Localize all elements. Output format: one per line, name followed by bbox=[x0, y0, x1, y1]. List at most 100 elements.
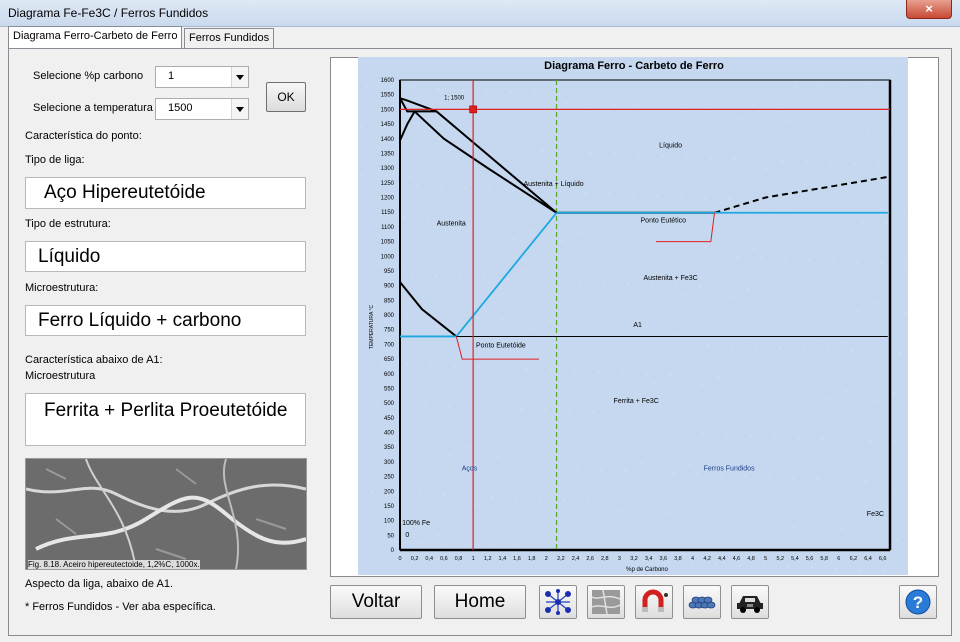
x-tick-label: 1,4 bbox=[499, 556, 507, 562]
window-title: Diagrama Fe-Fe3C / Ferros Fundidos bbox=[8, 6, 209, 20]
temperature-select[interactable]: 1500 bbox=[155, 98, 249, 120]
x-tick-label: 1,8 bbox=[528, 556, 536, 562]
back-button[interactable]: Voltar bbox=[330, 585, 422, 619]
texture-dot bbox=[687, 205, 689, 207]
texture-dot bbox=[773, 387, 775, 389]
texture-dot bbox=[827, 349, 829, 351]
texture-dot bbox=[592, 411, 594, 413]
texture-dot bbox=[745, 524, 747, 526]
texture-dot bbox=[536, 190, 538, 192]
region-label: Austenita + Fe3C bbox=[643, 275, 697, 282]
texture-dot bbox=[811, 567, 813, 569]
y-tick-label: 1000 bbox=[381, 254, 395, 260]
y-tick-label: 1050 bbox=[381, 240, 395, 246]
chevron-down-icon[interactable] bbox=[231, 67, 248, 87]
region-label: Aços bbox=[462, 466, 478, 473]
y-tick-label: 1350 bbox=[381, 151, 395, 157]
x-tick-label: 1,2 bbox=[484, 556, 492, 562]
texture-dot bbox=[587, 500, 589, 502]
pipes-button[interactable] bbox=[683, 585, 721, 619]
home-button[interactable]: Home bbox=[434, 585, 526, 619]
x-tick-label: 2,8 bbox=[601, 556, 609, 562]
structure-type-box: Líquido bbox=[25, 241, 306, 272]
texture-dot bbox=[374, 304, 376, 306]
tab-iron-carbide-diagram[interactable]: Diagrama Ferro-Carbeto de Ferro bbox=[8, 26, 183, 48]
texture-dot bbox=[394, 443, 396, 445]
texture-dot bbox=[600, 469, 602, 471]
carbon-select[interactable]: 1 bbox=[155, 66, 249, 88]
below-a1-box: Ferrita + Perlita Proeutetóide bbox=[25, 393, 306, 446]
texture-dot bbox=[681, 245, 683, 247]
texture-dot bbox=[583, 143, 585, 145]
y-tick-label: 1500 bbox=[381, 107, 395, 113]
texture-dot bbox=[817, 527, 819, 529]
x-tick-label: 3,8 bbox=[674, 556, 682, 562]
texture-dot bbox=[884, 124, 886, 126]
texture-dot bbox=[777, 249, 779, 251]
texture-dot bbox=[874, 302, 876, 304]
texture-dot bbox=[566, 151, 568, 153]
microstructure-box: Ferro Líquido + carbono bbox=[25, 305, 306, 336]
texture-dot bbox=[517, 100, 519, 102]
texture-dot bbox=[546, 507, 548, 509]
texture-dot bbox=[652, 333, 654, 335]
texture-dot bbox=[739, 564, 741, 566]
texture-dot bbox=[782, 160, 784, 162]
close-button[interactable]: × bbox=[906, 0, 952, 19]
texture-dot bbox=[783, 209, 785, 211]
tab-cast-irons[interactable]: Ferros Fundidos bbox=[184, 28, 275, 48]
x-tick-label: 5 bbox=[764, 556, 767, 562]
ok-button[interactable]: OK bbox=[266, 82, 306, 112]
phase-boundary-line bbox=[413, 110, 558, 214]
aspect-label: Aspecto da liga, abaixo de A1. bbox=[25, 578, 173, 590]
texture-dot bbox=[490, 447, 492, 449]
texture-dot bbox=[871, 489, 873, 491]
texture-dot bbox=[371, 491, 373, 493]
texture-dot bbox=[734, 158, 736, 160]
y-tick-label: 550 bbox=[384, 386, 395, 392]
texture-dot bbox=[516, 546, 518, 548]
texture-dot bbox=[743, 426, 745, 428]
texture-dot bbox=[788, 120, 790, 122]
chart-title: Diagrama Ferro - Carbeto de Ferro bbox=[544, 60, 724, 72]
texture-dot bbox=[684, 553, 686, 555]
texture-dot bbox=[720, 474, 722, 476]
texture-dot bbox=[786, 517, 788, 519]
y-tick-label: 1200 bbox=[381, 196, 395, 202]
microstructure-value: Ferro Líquido + carbono bbox=[38, 310, 242, 331]
texture-dot bbox=[870, 440, 872, 442]
texture-dot bbox=[608, 193, 610, 195]
texture-dot bbox=[634, 292, 636, 294]
micrograph-button[interactable] bbox=[587, 585, 625, 619]
texture-dot bbox=[803, 348, 805, 350]
texture-dot bbox=[793, 526, 795, 528]
texture-dot bbox=[705, 246, 707, 248]
texture-dot bbox=[498, 505, 500, 507]
texture-dot bbox=[797, 388, 799, 390]
y-tick-label: 350 bbox=[384, 445, 395, 451]
texture-dot bbox=[757, 110, 759, 112]
crystal-lattice-button[interactable] bbox=[539, 585, 577, 619]
texture-dot bbox=[764, 119, 766, 121]
texture-dot bbox=[550, 369, 552, 371]
chevron-down-icon[interactable] bbox=[231, 99, 248, 119]
y-tick-label: 300 bbox=[384, 460, 395, 466]
texture-dot bbox=[561, 240, 563, 242]
texture-dot bbox=[578, 232, 580, 234]
texture-dot bbox=[403, 216, 405, 218]
car-button[interactable] bbox=[731, 585, 769, 619]
texture-dot bbox=[461, 535, 463, 537]
texture-dot bbox=[604, 331, 606, 333]
texture-dot bbox=[880, 262, 882, 264]
texture-dot bbox=[390, 86, 392, 88]
texture-dot bbox=[719, 425, 721, 427]
phase-boundary-line bbox=[399, 110, 416, 141]
texture-dot bbox=[488, 188, 490, 190]
help-button[interactable]: ? bbox=[899, 585, 937, 619]
x-tick-label: 3,2 bbox=[630, 556, 638, 562]
y-tick-label: 500 bbox=[384, 401, 395, 407]
texture-dot bbox=[862, 221, 864, 223]
magnet-button[interactable] bbox=[635, 585, 673, 619]
x-tick-label: 4,8 bbox=[747, 556, 755, 562]
texture-dot bbox=[896, 539, 898, 541]
